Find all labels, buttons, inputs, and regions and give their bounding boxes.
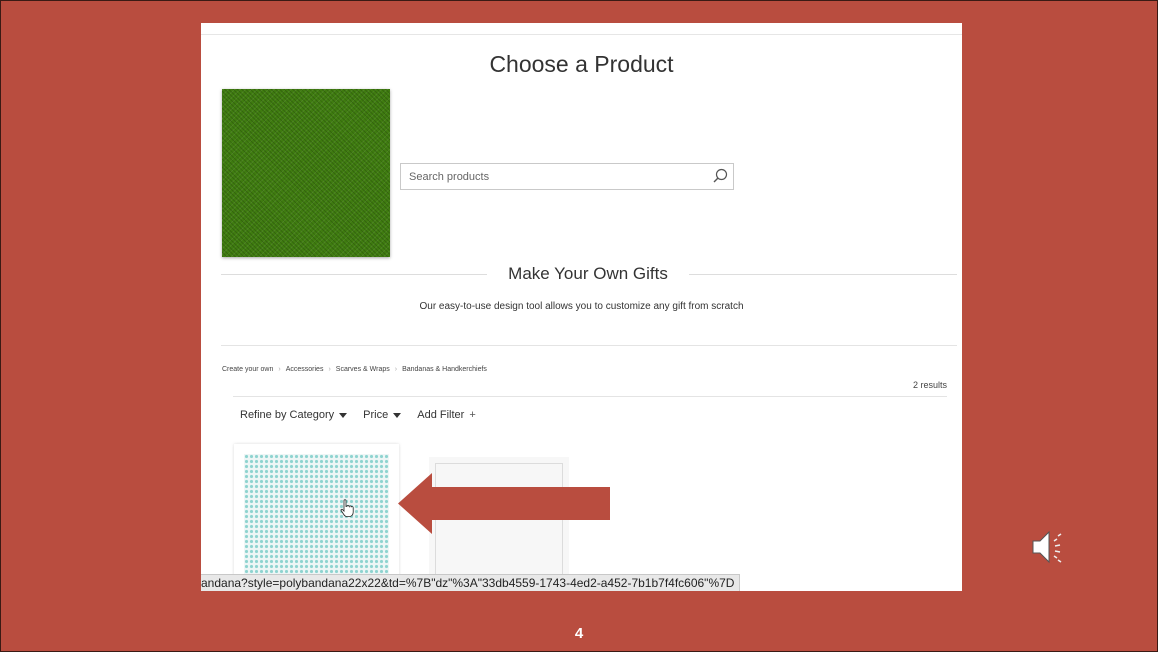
caret-down-icon (393, 412, 402, 418)
page-title: Choose a Product (489, 51, 674, 77)
filter-label: Price (363, 409, 389, 421)
refine-by-category-filter[interactable]: Refine by Category (240, 409, 348, 421)
breadcrumb-item-bandanas[interactable]: Bandanas & Handkerchiefs (402, 366, 487, 373)
section-subtitle: Our easy-to-use design tool allows you t… (419, 301, 744, 312)
breadcrumb-separator-icon: › (278, 366, 281, 373)
breadcrumb-item-scarves-wraps[interactable]: Scarves & Wraps (336, 366, 390, 373)
status-bar-url: andana?style=polybandana22x22&td=%7B"dz"… (201, 574, 741, 591)
search-icon[interactable] (711, 167, 729, 185)
fabric-swatch-image[interactable] (222, 89, 390, 257)
hand-cursor-icon (340, 499, 354, 517)
add-filter-button[interactable]: Add Filter + (417, 409, 476, 421)
divider (233, 396, 947, 397)
breadcrumb-item-create-your-own[interactable]: Create your own (222, 366, 273, 373)
product-image[interactable] (244, 454, 389, 591)
breadcrumb: Create your own › Accessories › Scarves … (222, 366, 487, 373)
caret-down-icon (339, 412, 348, 418)
filter-bar: Refine by Category Price Add Filter + (240, 409, 476, 421)
left-arrow-icon (398, 473, 610, 534)
breadcrumb-item-accessories[interactable]: Accessories (286, 366, 324, 373)
breadcrumb-separator-icon: › (328, 366, 331, 373)
divider (221, 345, 957, 346)
section-divider-right (689, 274, 957, 275)
price-filter[interactable]: Price (363, 409, 402, 421)
section-title: Make Your Own Gifts (508, 264, 668, 283)
results-count: 2 results (912, 380, 947, 390)
filter-label: Add Filter (417, 409, 465, 421)
search-input[interactable] (409, 164, 699, 189)
search-box[interactable] (400, 163, 734, 190)
product-card-polka-dot-bandana[interactable] (234, 444, 399, 591)
section-divider-left (221, 274, 487, 275)
top-divider (201, 34, 962, 35)
plus-icon: + (469, 409, 476, 421)
speaker-icon[interactable] (1031, 527, 1067, 567)
breadcrumb-separator-icon: › (394, 366, 398, 373)
slide-number: 4 (574, 625, 584, 642)
filter-label: Refine by Category (240, 409, 335, 421)
